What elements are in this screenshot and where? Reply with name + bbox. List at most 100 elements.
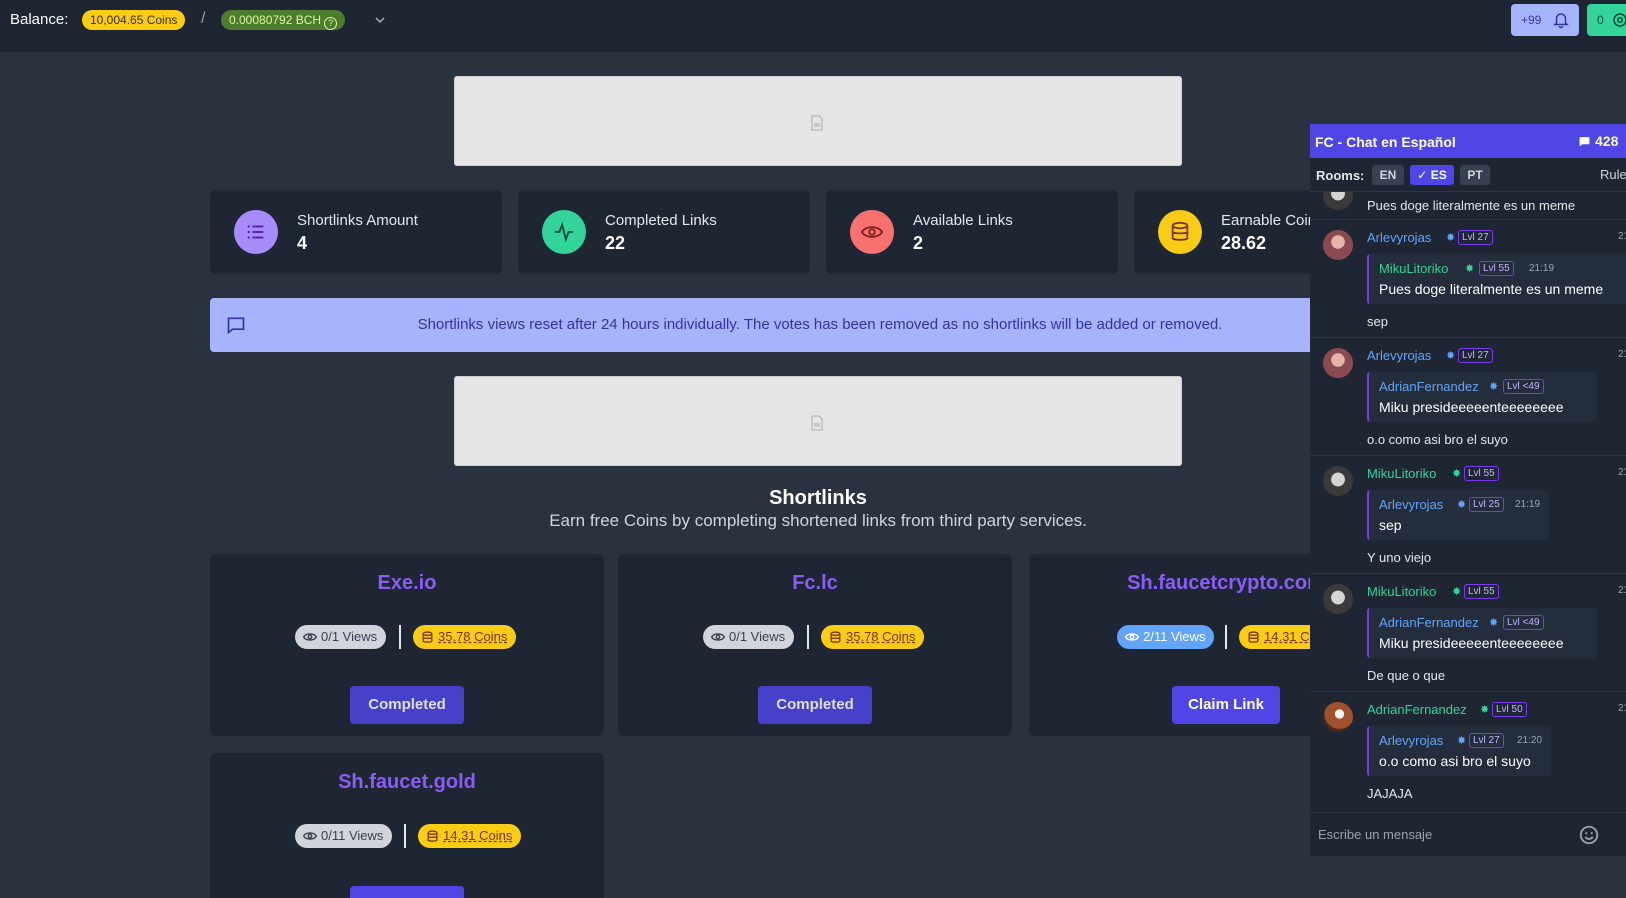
notifications-button[interactable]: +99 — [1511, 4, 1579, 36]
views-text: 0/1 Views — [729, 629, 786, 644]
eye-icon — [303, 832, 317, 840]
quoted-message[interactable]: Arlevyrojas ✸ Lvl 27 21:20 o.o como asi … — [1367, 726, 1551, 776]
views-text: 2/11 Views — [1143, 629, 1206, 644]
eye-icon — [303, 633, 317, 641]
quoted-username: Arlevyrojas — [1379, 497, 1444, 512]
verified-icon: ✸ — [1452, 586, 1462, 598]
chat-message: MikuLitoriko ✸ Lvl 55 21:19 Arlevyrojas … — [1310, 456, 1626, 574]
card-action-button[interactable] — [350, 886, 464, 898]
level-badge: Lvl <49 — [1503, 615, 1544, 630]
verified-icon: ✸ — [1489, 617, 1499, 629]
ad-banner-middle[interactable] — [454, 376, 1182, 466]
views-badge: 2/11 Views — [1117, 625, 1215, 649]
info-notice: Shortlinks views reset after 24 hours in… — [210, 298, 1340, 352]
badge-separator — [807, 625, 809, 649]
shortlink-name[interactable]: Sh.faucet.gold — [210, 771, 604, 794]
quoted-username: AdrianFernandez — [1379, 615, 1479, 630]
chat-message-input[interactable] — [1318, 821, 1558, 847]
rules-link[interactable]: Rules — [1600, 167, 1626, 182]
message-text: De que o que — [1367, 668, 1446, 683]
level-badge: Lvl 25 — [1469, 497, 1504, 512]
help-icon[interactable]: ? — [324, 17, 338, 30]
quoted-message[interactable]: AdrianFernandez ✸ Lvl <49 Miku presideee… — [1367, 372, 1597, 422]
image-placeholder-icon — [811, 115, 823, 131]
verified-icon: ✸ — [1452, 468, 1462, 480]
message-username[interactable]: MikuLitoriko — [1367, 584, 1436, 599]
stat-value: 4 — [297, 233, 308, 253]
quoted-text: Miku presideeeeenteeeeeeee — [1379, 399, 1564, 415]
level-badge: Lvl 55 — [1479, 261, 1514, 276]
chat-panel: FC - Chat en Español 428 Rooms: EN ✓ ES … — [1310, 124, 1626, 856]
top-bar: Balance: 10,004.65 Coins / 0.00080792 BC… — [0, 0, 1626, 52]
room-tab-en[interactable]: EN — [1372, 165, 1404, 185]
database-icon — [830, 631, 841, 643]
message-username[interactable]: AdrianFernandez — [1367, 702, 1467, 717]
verified-icon: ✸ — [1489, 381, 1499, 393]
avatar — [1323, 702, 1353, 732]
level-badge: Lvl 27 — [1469, 733, 1504, 748]
avatar — [1323, 584, 1353, 614]
message-username[interactable]: Arlevyrojas — [1367, 348, 1431, 363]
notice-text: Shortlinks views reset after 24 hours in… — [417, 316, 1223, 333]
shortlink-name[interactable]: Fc.lc — [618, 572, 1012, 595]
image-placeholder-icon — [811, 415, 823, 431]
chat-header: FC - Chat en Español 428 — [1310, 124, 1626, 158]
emoji-icon[interactable] — [1578, 824, 1600, 846]
coins-text: 35.78 Coins — [846, 629, 916, 644]
chat-rooms-bar: Rooms: EN ✓ ES PT Rules — [1310, 158, 1626, 192]
stat-label: Earnable Coins — [1221, 212, 1324, 229]
room-tab-pt[interactable]: PT — [1460, 165, 1490, 185]
message-username[interactable]: MikuLitoriko — [1367, 466, 1436, 481]
chat-message: AdrianFernandez ✸ Lvl 50 21:20 Arlevyroj… — [1310, 692, 1626, 812]
verified-icon: ✸ — [1446, 232, 1456, 244]
wallet-count: 0 — [1597, 13, 1604, 27]
stat-label: Shortlinks Amount — [297, 212, 418, 229]
completed-button[interactable]: Completed — [758, 686, 872, 724]
activity-icon — [554, 221, 574, 243]
bch-balance-value: 0.00080792 BCH — [229, 13, 322, 27]
quoted-text: Pues doge literalmente es un meme — [1379, 281, 1604, 297]
bell-icon — [1553, 13, 1569, 29]
claim-link-button[interactable]: Claim Link — [1172, 686, 1280, 724]
avatar — [1323, 192, 1353, 210]
chat-messages[interactable]: Pues doge literalmente es un meme Arlevy… — [1310, 192, 1626, 812]
quoted-message[interactable]: AdrianFernandez ✸ Lvl <49 Miku presideee… — [1367, 608, 1597, 658]
database-icon — [1248, 631, 1259, 643]
coins-text: 14.31 Coins — [443, 828, 513, 843]
ad-banner-top[interactable] — [454, 76, 1182, 166]
chat-message: MikuLitoriko ✸ Lvl 55 21:19 AdrianFernan… — [1310, 574, 1626, 692]
eye-icon — [861, 226, 883, 238]
room-tab-es[interactable]: ✓ ES — [1410, 165, 1454, 185]
message-text: o.o como asi bro el suyo — [1367, 432, 1508, 447]
message-username[interactable]: Arlevyrojas — [1367, 230, 1431, 245]
quoted-text: o.o como asi bro el suyo — [1379, 753, 1531, 769]
message-text: sep — [1367, 314, 1388, 329]
database-icon — [427, 830, 438, 842]
wallet-button[interactable]: 0 — [1587, 4, 1626, 36]
coins-icon — [1613, 13, 1626, 27]
verified-icon: ✸ — [1457, 499, 1467, 511]
coins-badge: 35.78 Coins — [821, 625, 925, 649]
completed-button[interactable]: Completed — [350, 686, 464, 724]
views-badge: 0/1 Views — [703, 625, 795, 649]
stat-icon-circle — [542, 210, 586, 254]
views-text: 0/1 Views — [321, 629, 378, 644]
chat-message: Pues doge literalmente es un meme — [1310, 192, 1626, 220]
quoted-message[interactable]: Arlevyrojas ✸ Lvl 25 21:19 sep — [1367, 490, 1549, 540]
message-text: JAJAJA — [1367, 786, 1413, 801]
level-badge: Lvl <49 — [1503, 379, 1544, 394]
shortlink-name[interactable]: Exe.io — [210, 572, 604, 595]
level-badge: Lvl 50 — [1492, 702, 1527, 717]
quoted-message[interactable]: MikuLitoriko ✸ Lvl 55 21:19 Pues doge li… — [1367, 254, 1626, 304]
quoted-time: 21:20 — [1517, 735, 1543, 746]
online-count: 428 — [1578, 133, 1618, 149]
chevron-down-icon[interactable] — [372, 12, 388, 28]
stat-shortlinks-amount: Shortlinks Amount 4 — [210, 190, 502, 274]
verified-icon: ✸ — [1480, 704, 1490, 716]
stat-value: 22 — [605, 233, 626, 253]
message-time: 21:19 — [1618, 467, 1626, 478]
notifications-count: +99 — [1521, 13, 1542, 27]
message-time: 21:19 — [1618, 231, 1626, 242]
database-icon — [1171, 221, 1189, 241]
views-text: 0/11 Views — [321, 828, 384, 843]
